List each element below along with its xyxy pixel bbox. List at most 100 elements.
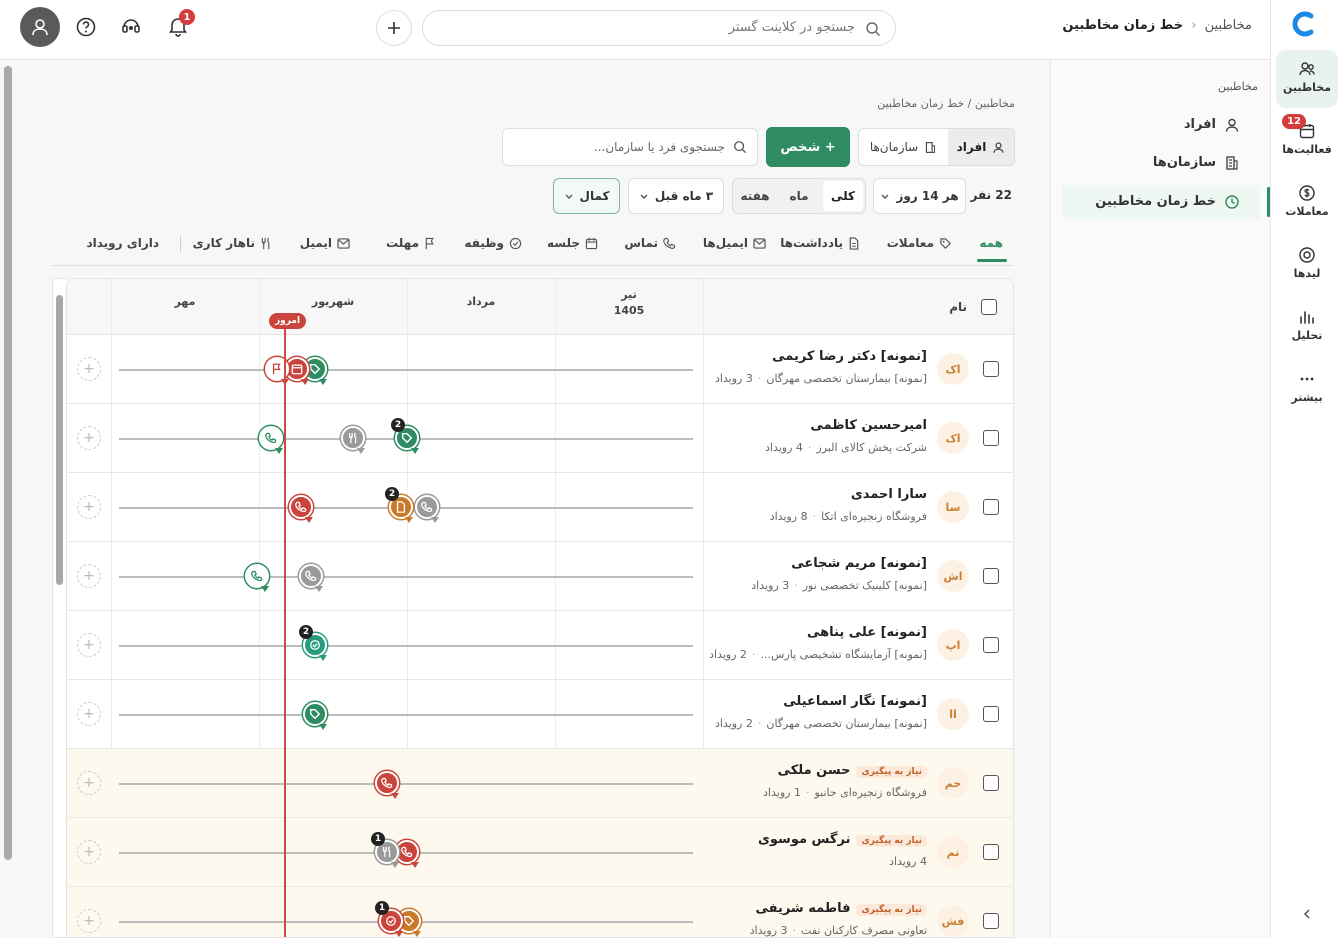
add-event-button[interactable]: + [77, 771, 101, 795]
add-event-button[interactable]: + [77, 909, 101, 933]
contact-avatar[interactable]: فش [937, 905, 969, 937]
help-button[interactable] [75, 16, 97, 38]
sidebar-item-label: سازمان‌ها [1152, 155, 1216, 170]
row-checkbox[interactable] [983, 430, 999, 446]
range-all[interactable]: کلی [823, 181, 863, 211]
table-row[interactable]: اپ [نمونه] علی پناهی [نمونه] آزمایشگاه ت… [67, 611, 1013, 680]
add-button[interactable] [376, 10, 412, 46]
contact-meta: تعاونی مصرف کارکنان نفت·3 رویداد [749, 924, 927, 937]
main-scrollbar[interactable] [4, 66, 12, 860]
tab-email[interactable]: ایمیل [300, 236, 350, 250]
row-checkbox[interactable] [983, 844, 999, 860]
tab-tasks[interactable]: وظیفه [464, 236, 522, 250]
contact-avatar[interactable]: نم [937, 836, 969, 868]
name-header-label: نام [949, 300, 967, 314]
sidebar-item-timeline[interactable]: خط زمان مخاطبین [1062, 185, 1270, 219]
contact-search-input[interactable]: جستجوی فرد یا سازمان... [502, 128, 758, 166]
contact-avatar[interactable]: اپ [937, 629, 969, 661]
range-toggle: کلی ماه هفته [732, 178, 866, 214]
segment-orgs[interactable]: سازمان‌ها [859, 129, 948, 165]
range-week[interactable]: هفته [733, 181, 777, 211]
contact-avatar[interactable]: اک [937, 353, 969, 385]
collapse-chevron-icon[interactable] [1299, 906, 1315, 922]
breadcrumb-root[interactable]: مخاطبین [1205, 18, 1252, 33]
contact-avatar[interactable]: حم [937, 767, 969, 799]
tab-calls[interactable]: تماس [624, 236, 676, 250]
tab-deadline[interactable]: مهلت [386, 236, 436, 250]
sidebar-item-people[interactable]: افراد [1062, 108, 1260, 142]
add-person-button[interactable]: + شخص [766, 127, 850, 167]
timeline-event-marker[interactable] [375, 771, 399, 799]
tab-all[interactable]: همه [979, 236, 1003, 250]
add-event-button[interactable]: + [77, 633, 101, 657]
add-event-button[interactable]: + [77, 495, 101, 519]
select-all-checkbox[interactable] [981, 299, 997, 315]
row-checkbox[interactable] [983, 913, 999, 929]
timeline-event-marker[interactable] [341, 426, 365, 454]
tab-notes[interactable]: یادداشت‌ها [780, 236, 860, 250]
contact-name[interactable]: [نمونه] نگار اسماعیلی [783, 694, 927, 709]
contact-name[interactable]: [نمونه] علی پناهی [807, 625, 927, 640]
timeline-event-marker[interactable] [289, 495, 313, 523]
row-checkbox[interactable] [983, 706, 999, 722]
tab-has-events[interactable]: دارای رویداد [86, 236, 159, 250]
contact-name[interactable]: [نمونه] دکتر رضا کریمی [772, 349, 927, 364]
row-checkbox[interactable] [983, 775, 999, 791]
row-checkbox[interactable] [983, 499, 999, 515]
timeline-event-marker[interactable] [259, 426, 283, 454]
rail-item-contacts[interactable]: مخاطبین [1276, 50, 1338, 108]
table-row[interactable]: حم نیاز به پیگیری حسن ملکی فروشگاه زنجیره… [67, 749, 1013, 818]
table-row[interactable]: سا سارا احمدی فروشگاه زنجیره‌ای اتکا·8 ر… [67, 473, 1013, 542]
row-checkbox[interactable] [983, 361, 999, 377]
contact-name[interactable]: فاطمه شریفی [755, 901, 850, 916]
table-row[interactable]: اا [نمونه] نگار اسماعیلی [نمونه] بیمارست… [67, 680, 1013, 749]
add-event-button[interactable]: + [77, 426, 101, 450]
add-event-button[interactable]: + [77, 357, 101, 381]
timeline-event-marker[interactable] [303, 702, 327, 730]
contact-avatar[interactable]: اا [937, 698, 969, 730]
contact-avatar[interactable]: اک [937, 422, 969, 454]
tab-meetings[interactable]: جلسه [547, 236, 598, 250]
contact-name[interactable]: امیرحسین کاظمی [810, 418, 927, 433]
table-row[interactable]: اک [نمونه] دکتر رضا کریمی [نمونه] بیمارس… [67, 335, 1013, 404]
avatar[interactable] [20, 7, 60, 47]
tab-lunch[interactable]: ناهار کاری [193, 236, 272, 250]
contact-name[interactable]: حسن ملکی [778, 763, 851, 778]
row-checkbox[interactable] [983, 637, 999, 653]
contact-avatar[interactable]: سا [937, 491, 969, 523]
support-button[interactable] [120, 15, 142, 37]
sidebar-item-organizations[interactable]: سازمان‌ها [1062, 146, 1260, 180]
table-row[interactable]: فش نیاز به پیگیری فاطمه شریفی تعاونی مصرف… [67, 887, 1013, 937]
rail-item-analytics[interactable]: تحلیل [1276, 298, 1338, 356]
density-select[interactable]: کمال [553, 178, 620, 214]
tab-label: ایمیل‌ها [702, 236, 748, 250]
timeline-event-marker[interactable] [299, 564, 323, 592]
add-event-button[interactable]: + [77, 564, 101, 588]
contact-name[interactable]: سارا احمدی [851, 487, 927, 502]
grid-scrollbar[interactable] [56, 295, 63, 585]
rail-item-deals[interactable]: معاملات [1276, 174, 1338, 232]
interval-select[interactable]: هر 14 روز [873, 178, 966, 214]
global-search[interactable]: جستجو در کلاینت گستر [422, 10, 896, 46]
rail-item-activities[interactable]: 12 فعالیت‌ها [1276, 112, 1338, 170]
app-logo-icon[interactable] [1290, 10, 1318, 38]
contact-name[interactable]: [نمونه] مریم شجاعی [791, 556, 927, 571]
tab-deals[interactable]: معاملات [887, 236, 952, 250]
rail-item-more[interactable]: بیشتر [1276, 360, 1338, 418]
tab-emails[interactable]: ایمیل‌ها [703, 236, 766, 250]
period-select[interactable]: ۳ ماه قبل [628, 178, 724, 214]
notifications-button[interactable]: 1 [166, 9, 195, 38]
rail-item-leads[interactable]: لیدها [1276, 236, 1338, 294]
row-checkbox[interactable] [983, 568, 999, 584]
table-row[interactable]: نم نیاز به پیگیری نرگس موسوی 4 رویداد + 1 [67, 818, 1013, 887]
range-month[interactable]: ماه [779, 181, 819, 211]
add-event-button[interactable]: + [77, 702, 101, 726]
table-row[interactable]: اش [نمونه] مریم شجاعی [نمونه] کلینیک تخص… [67, 542, 1013, 611]
contact-avatar[interactable]: اش [937, 560, 969, 592]
contact-name[interactable]: نرگس موسوی [758, 832, 850, 847]
segment-people[interactable]: افراد [948, 129, 1014, 165]
timeline-event-marker[interactable] [415, 495, 439, 523]
add-event-button[interactable]: + [77, 840, 101, 864]
table-row[interactable]: اک امیرحسین کاظمی شرکت پخش کالای البرز·4… [67, 404, 1013, 473]
timeline-event-marker[interactable] [245, 564, 269, 592]
